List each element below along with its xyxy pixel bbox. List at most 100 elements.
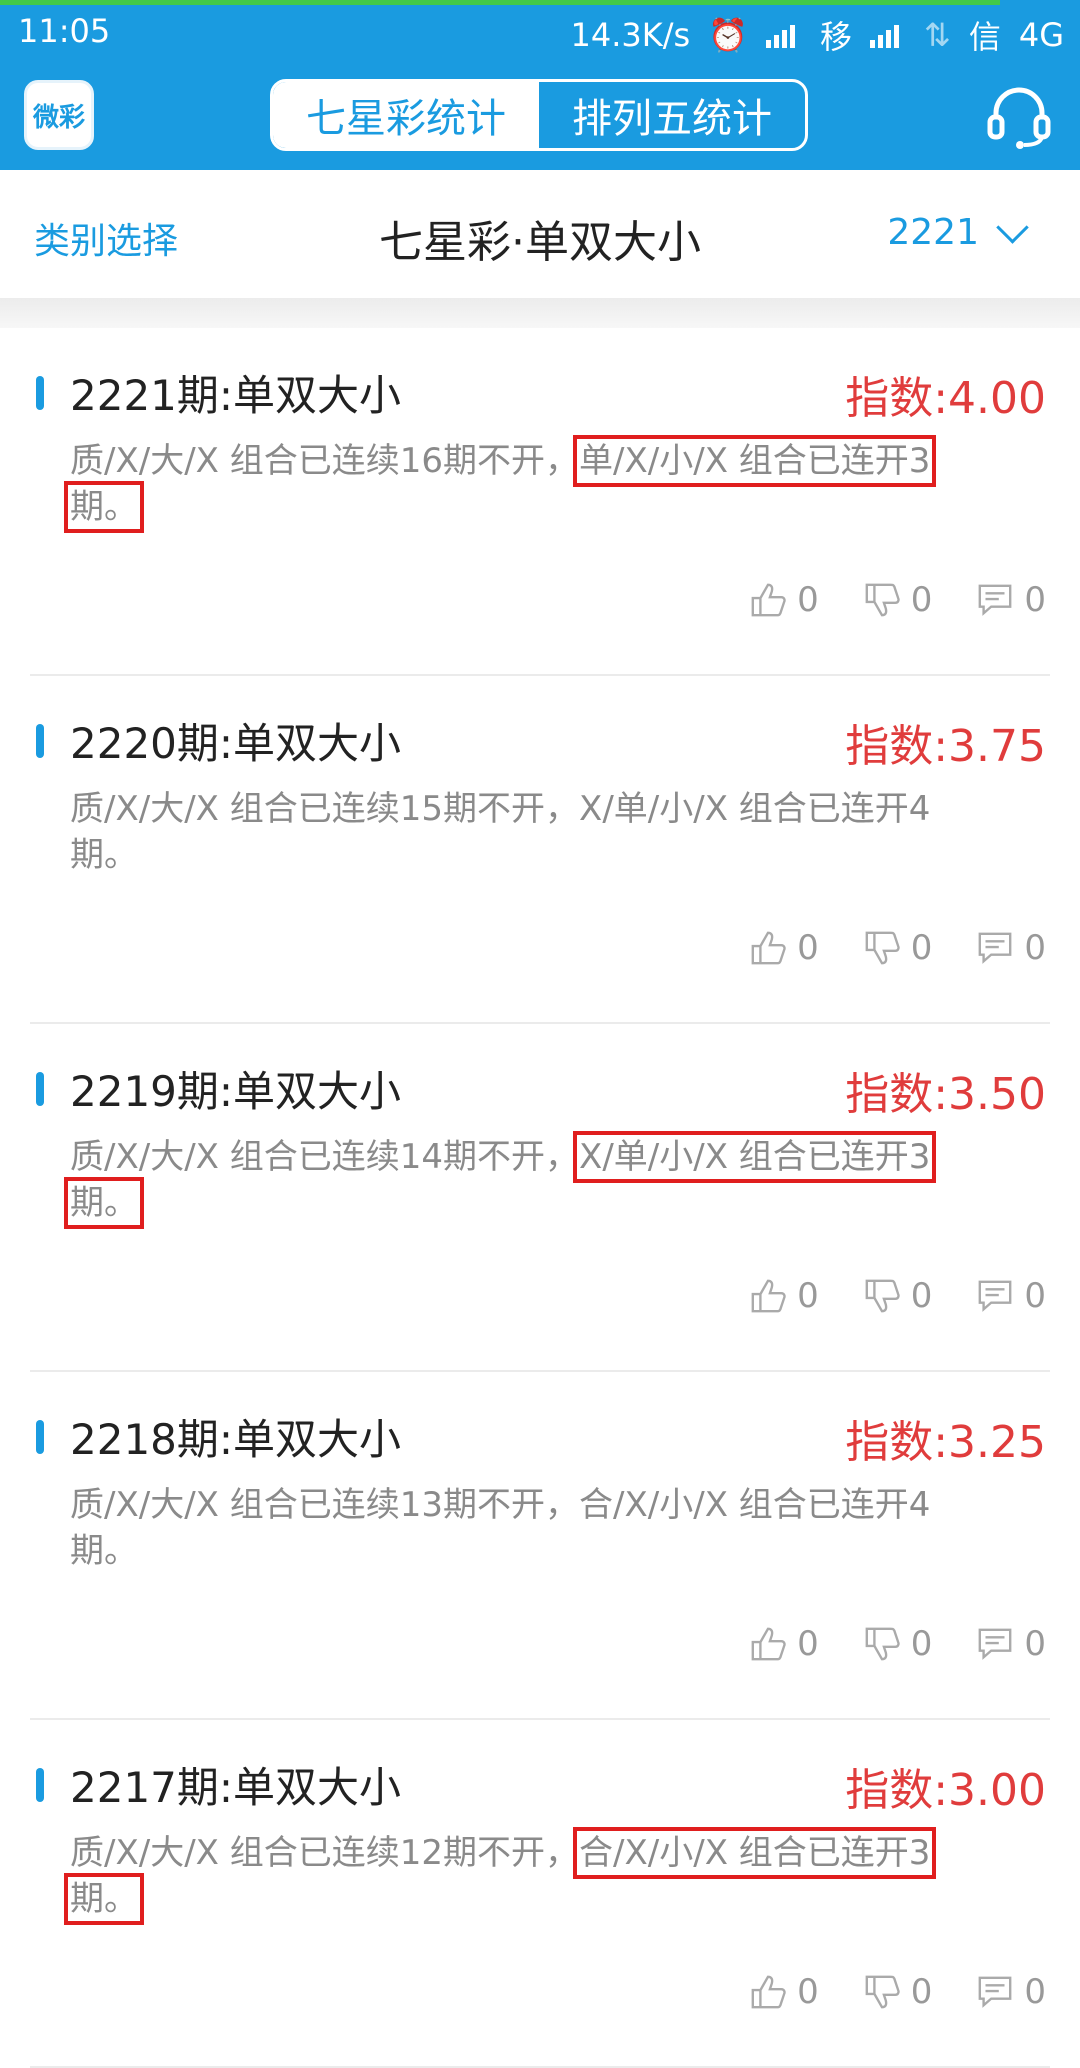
period-selector[interactable]: 2221 (887, 211, 1029, 253)
thumbs-down-icon (865, 1279, 900, 1313)
thumbs-down-icon (865, 931, 900, 965)
like-button[interactable]: 0 (749, 928, 819, 968)
list-item[interactable]: 2217期:单双大小 指数:3.00 质/X/大/X 组合已连续12期不开，合/… (30, 1720, 1050, 2068)
desc-part: 合/X/小/X 组合已连开4 (579, 1485, 931, 1525)
like-button[interactable]: 0 (749, 1624, 819, 1664)
sub-header: 类别选择 七星彩·单双大小 2221 (0, 170, 1080, 298)
dislike-count: 0 (910, 1972, 933, 2012)
net-speed: 14.3K/s (570, 16, 691, 54)
thumbs-down-icon (865, 583, 900, 617)
highlight-box: 期。 (64, 1177, 144, 1229)
item-title: 2217期:单双大小 (70, 1763, 402, 1812)
page-load-progress (0, 0, 1000, 5)
desc-part: 期。 (70, 1531, 138, 1571)
dislike-count: 0 (910, 580, 933, 620)
item-title: 2220期:单双大小 (70, 719, 402, 768)
comment-count: 0 (1024, 928, 1046, 968)
thumbs-up-icon (751, 931, 786, 965)
signal-icon-2 (870, 22, 906, 48)
like-count: 0 (797, 928, 819, 968)
highlight-box: 期。 (64, 481, 144, 533)
item-accent-bar (36, 1072, 44, 1106)
item-description: 质/X/大/X 组合已连续15期不开，X/单/小/X 组合已连开4 期。 (70, 786, 1070, 878)
comment-icon (978, 1628, 1012, 1660)
carrier-label-1: 移 (820, 18, 853, 56)
app-bar: 微彩 七星彩统计 排列五统计 (0, 63, 1080, 170)
alarm-icon: ⏰ (708, 16, 748, 54)
comment-count: 0 (1024, 580, 1046, 620)
item-description: 质/X/大/X 组合已连续13期不开，合/X/小/X 组合已连开4 期。 (70, 1482, 1070, 1574)
item-actions: 0 0 0 (749, 1972, 1046, 2012)
comment-count: 0 (1024, 1972, 1046, 2012)
item-accent-bar (36, 376, 44, 410)
thumbs-up-icon (751, 1975, 786, 2009)
period-value: 2221 (887, 212, 979, 253)
highlight-box: 期。 (64, 1873, 144, 1925)
stats-list: 2221期:单双大小 指数:4.00 质/X/大/X 组合已连续16期不开，单/… (0, 328, 1080, 2068)
dislike-button[interactable]: 0 (863, 1276, 933, 1316)
thumbs-down-icon (865, 1627, 900, 1661)
desc-part: 期。 (70, 835, 138, 875)
carrier-label-2: 信 (968, 18, 1001, 56)
item-title: 2221期:单双大小 (70, 371, 402, 420)
item-index: 指数:3.75 (845, 721, 1046, 772)
like-button[interactable]: 0 (749, 580, 819, 620)
like-button[interactable]: 0 (749, 1276, 819, 1316)
thumbs-down-icon (865, 1975, 900, 2009)
like-button[interactable]: 0 (749, 1972, 819, 2012)
item-description: 质/X/大/X 组合已连续16期不开，单/X/小/X 组合已连开3 期。 (64, 435, 1070, 533)
comment-button[interactable]: 0 (976, 1624, 1046, 1664)
status-bar: 11:05 14.3K/s ⏰ 移 ⇅ 信 4G (0, 0, 1080, 63)
app-logo[interactable]: 微彩 (24, 80, 94, 150)
comment-button[interactable]: 0 (976, 580, 1046, 620)
dislike-button[interactable]: 0 (863, 580, 933, 620)
item-accent-bar (36, 724, 44, 758)
comment-button[interactable]: 0 (976, 928, 1046, 968)
dislike-count: 0 (910, 928, 933, 968)
status-icons: 14.3K/s ⏰ 移 ⇅ 信 4G (570, 12, 1064, 58)
comment-count: 0 (1024, 1276, 1046, 1316)
list-item[interactable]: 2221期:单双大小 指数:4.00 质/X/大/X 组合已连续16期不开，单/… (30, 328, 1050, 676)
item-index: 指数:4.00 (845, 373, 1046, 424)
highlight-box: X/单/小/X 组合已连开3 (573, 1131, 937, 1183)
highlight-box: 合/X/小/X 组合已连开3 (573, 1827, 937, 1879)
customer-service-icon[interactable] (984, 81, 1054, 151)
dislike-button[interactable]: 0 (863, 1972, 933, 2012)
comment-button[interactable]: 0 (976, 1972, 1046, 2012)
status-time: 11:05 (18, 12, 111, 50)
item-actions: 0 0 0 (749, 1276, 1046, 1316)
comment-icon (978, 1280, 1012, 1312)
highlight-box: 单/X/小/X 组合已连开3 (573, 435, 937, 487)
comment-icon (978, 932, 1012, 964)
desc-part: 质/X/大/X 组合已连续13期不开， (70, 1485, 580, 1525)
chevron-down-icon (996, 211, 1029, 244)
tab-qixingcai[interactable]: 七星彩统计 (273, 82, 539, 148)
item-actions: 0 0 0 (749, 1624, 1046, 1664)
desc-part: 质/X/大/X 组合已连续14期不开， (70, 1137, 580, 1177)
stat-tabs: 七星彩统计 排列五统计 (270, 79, 808, 151)
dislike-count: 0 (910, 1624, 933, 1664)
like-count: 0 (797, 1624, 819, 1664)
signal-icon (766, 22, 802, 48)
comment-button[interactable]: 0 (976, 1276, 1046, 1316)
item-actions: 0 0 0 (749, 928, 1046, 968)
item-title: 2219期:单双大小 (70, 1067, 402, 1116)
list-item[interactable]: 2218期:单双大小 指数:3.25 质/X/大/X 组合已连续13期不开，合/… (30, 1372, 1050, 1720)
dislike-button[interactable]: 0 (863, 1624, 933, 1664)
list-item[interactable]: 2220期:单双大小 指数:3.75 质/X/大/X 组合已连续15期不开，X/… (30, 676, 1050, 1024)
item-index: 指数:3.00 (845, 1765, 1046, 1816)
like-count: 0 (797, 1972, 819, 2012)
network-type: 4G (1018, 16, 1064, 54)
desc-part: 质/X/大/X 组合已连续12期不开， (70, 1833, 580, 1873)
thumbs-up-icon (751, 1279, 786, 1313)
item-index: 指数:3.50 (845, 1069, 1046, 1120)
thumbs-up-icon (751, 583, 786, 617)
section-divider (0, 298, 1080, 328)
tab-pailiewu[interactable]: 排列五统计 (539, 82, 805, 148)
dislike-button[interactable]: 0 (863, 928, 933, 968)
item-description: 质/X/大/X 组合已连续12期不开，合/X/小/X 组合已连开3 期。 (64, 1827, 1070, 1925)
app-logo-text: 微彩 (32, 102, 85, 133)
item-description: 质/X/大/X 组合已连续14期不开，X/单/小/X 组合已连开3 期。 (64, 1131, 1070, 1229)
dislike-count: 0 (910, 1276, 933, 1316)
list-item[interactable]: 2219期:单双大小 指数:3.50 质/X/大/X 组合已连续14期不开，X/… (30, 1024, 1050, 1372)
